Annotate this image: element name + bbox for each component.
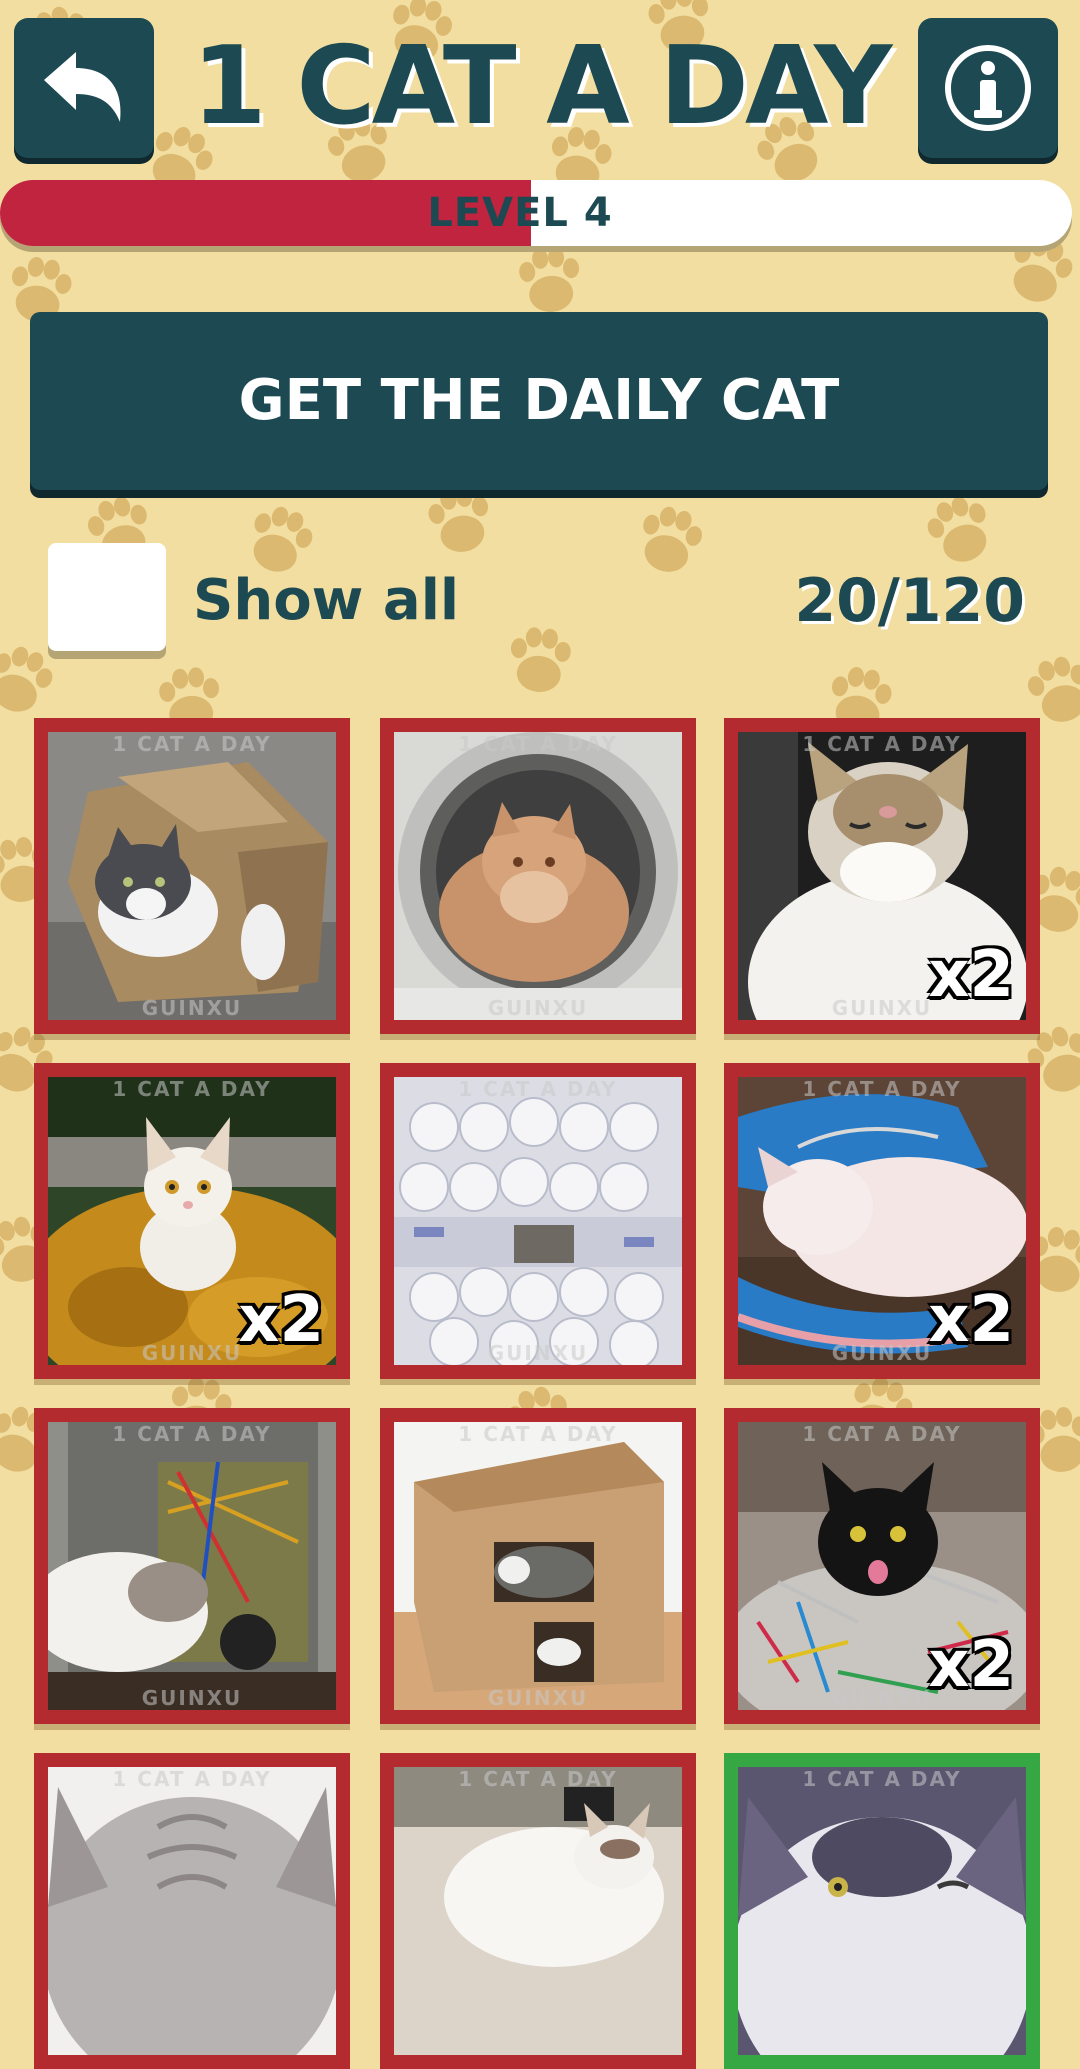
cat-photo: 1 CAT A DAY GUINXU [48, 1422, 336, 1710]
duplicate-badge: x2 [928, 938, 1014, 1012]
watermark-bottom: GUINXU [487, 1341, 589, 1365]
watermark-top: 1 CAT A DAY [802, 1422, 962, 1446]
cat-tile[interactable]: 1 CAT A DAY [34, 1753, 350, 2069]
watermark-top: 1 CAT A DAY [112, 1077, 272, 1101]
cat-tile[interactable]: 1 CAT A DAY GUINXU x2 [724, 718, 1040, 1034]
cat-tile[interactable]: 1 CAT A DAY GUINXU [380, 718, 696, 1034]
watermark-top: 1 CAT A DAY [802, 1767, 962, 1791]
level-progress-bar: LEVEL 4 [0, 180, 1072, 246]
cat-photo: 1 CAT A DAY [48, 1767, 336, 2055]
info-icon [940, 40, 1036, 136]
cat-tile[interactable]: 1 CAT A DAY [380, 1753, 696, 2069]
cat-tile[interactable]: 1 CAT A DAY GUINXU x2 [724, 1063, 1040, 1379]
level-label: LEVEL 4 [427, 190, 613, 236]
cat-tile[interactable]: 1 CAT A DAY GUINXU [34, 1408, 350, 1724]
cat-photo: 1 CAT A DAY [738, 1767, 1026, 2055]
cat-photo: 1 CAT A DAY GUINXU [394, 732, 682, 1020]
watermark-bottom: GUINXU [141, 996, 243, 1020]
show-all-label[interactable]: Show all [193, 566, 459, 636]
cat-photo: 1 CAT A DAY GUINXU [394, 1422, 682, 1710]
cat-photo: 1 CAT A DAY [394, 1767, 682, 2055]
watermark-top: 1 CAT A DAY [112, 1422, 272, 1446]
cat-tile-selected[interactable]: 1 CAT A DAY [724, 1753, 1040, 2069]
cat-tile[interactable]: 1 CAT A DAY GUINXU [380, 1063, 696, 1379]
cat-photo: 1 CAT A DAY GUINXU [48, 732, 336, 1020]
watermark-top: 1 CAT A DAY [112, 1767, 272, 1791]
get-daily-cat-button[interactable]: GET THE DAILY CAT [30, 312, 1048, 490]
watermark-top: 1 CAT A DAY [458, 1767, 618, 1791]
cat-tile[interactable]: 1 CAT A DAY GUINXU x2 [34, 1063, 350, 1379]
back-arrow-icon [36, 40, 132, 136]
watermark-top: 1 CAT A DAY [458, 732, 618, 756]
cat-photo: 1 CAT A DAY GUINXU [394, 1077, 682, 1365]
watermark-top: 1 CAT A DAY [802, 732, 962, 756]
duplicate-badge: x2 [238, 1283, 324, 1357]
watermark-bottom: GUINXU [487, 996, 589, 1020]
watermark-top: 1 CAT A DAY [802, 1077, 962, 1101]
cat-collection-counter: 20/120 [794, 566, 1025, 636]
watermark-bottom: GUINXU [487, 1686, 589, 1710]
app-title: 1 CAT A DAY [191, 24, 893, 149]
watermark-top: 1 CAT A DAY [112, 732, 272, 756]
watermark-bottom: GUINXU [141, 1686, 243, 1710]
cat-tile[interactable]: 1 CAT A DAY GUINXU [380, 1408, 696, 1724]
info-button[interactable] [918, 18, 1058, 158]
watermark-top: 1 CAT A DAY [458, 1077, 618, 1101]
cat-tile[interactable]: 1 CAT A DAY GUINXU [34, 718, 350, 1034]
back-button[interactable] [14, 18, 154, 158]
show-all-checkbox[interactable] [48, 543, 166, 651]
duplicate-badge: x2 [928, 1283, 1014, 1357]
cat-tile[interactable]: 1 CAT A DAY GUINXU x2 [724, 1408, 1040, 1724]
watermark-top: 1 CAT A DAY [458, 1422, 618, 1446]
duplicate-badge: x2 [928, 1628, 1014, 1702]
